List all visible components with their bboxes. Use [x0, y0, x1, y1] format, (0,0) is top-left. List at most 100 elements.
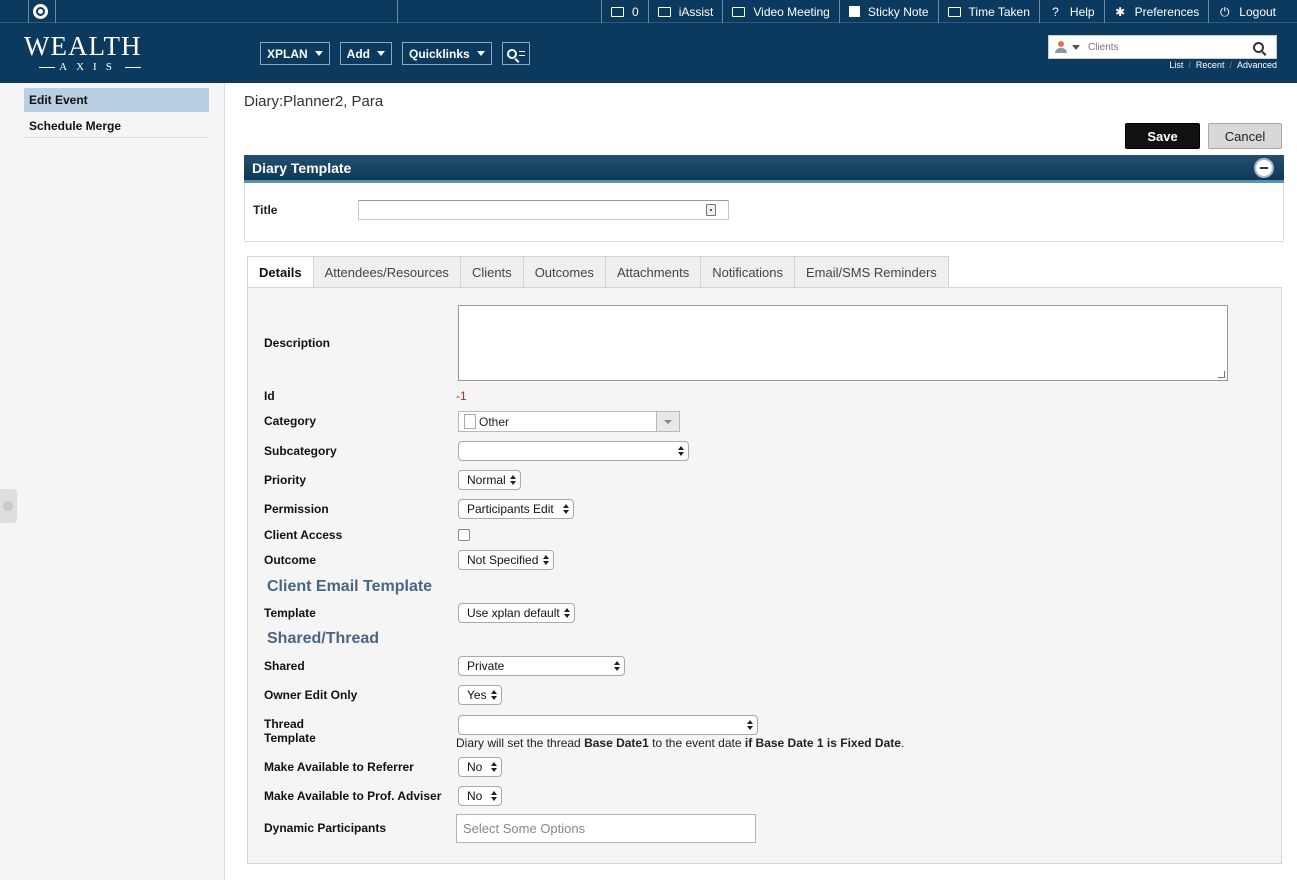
sticky-note-label: Sticky Note	[867, 4, 929, 19]
select-arrows-icon	[510, 475, 516, 486]
left-sidebar: Edit Event Schedule Merge	[0, 83, 225, 880]
select-arrows-icon	[564, 608, 570, 619]
globe-icon	[33, 4, 48, 19]
select-arrows-icon	[747, 720, 753, 731]
lock-icon[interactable]	[706, 204, 716, 216]
shared-select[interactable]: Private	[458, 656, 625, 676]
dynamic-participants-input[interactable]: Select Some Options	[456, 814, 756, 843]
caret-down-icon	[476, 51, 485, 56]
permission-select[interactable]: Participants Edit	[458, 499, 574, 519]
time-taken-label: Time Taken	[968, 4, 1030, 19]
client-access-label: Client Access	[264, 528, 343, 542]
search-link-recent[interactable]: Recent	[1196, 60, 1225, 70]
save-button[interactable]: Save	[1125, 123, 1200, 149]
select-arrows-icon	[543, 555, 549, 566]
tab-clients[interactable]: Clients	[460, 256, 524, 288]
shared-label: Shared	[264, 659, 305, 673]
cancel-button[interactable]: Cancel	[1208, 123, 1282, 149]
tab-attendees-resources[interactable]: Attendees/Resources	[313, 256, 461, 288]
referrer-label: Make Available to Referrer	[264, 760, 414, 774]
description-textarea[interactable]	[458, 305, 1228, 381]
collapse-icon[interactable]	[1254, 158, 1274, 178]
select-arrows-icon	[491, 762, 497, 773]
topbar-iassist[interactable]: iAssist	[647, 0, 723, 23]
sticky-note-icon	[848, 6, 860, 17]
permission-value: Participants Edit	[467, 502, 554, 516]
subcategory-label: Subcategory	[264, 444, 337, 458]
xplan-label: XPLAN	[267, 46, 308, 61]
power-icon: ⏻	[1220, 4, 1230, 19]
category-select[interactable]: Other	[458, 411, 680, 432]
owner-edit-only-select[interactable]: Yes	[458, 685, 502, 705]
thread-note-bold2: if Base Date 1 is Fixed Date	[744, 736, 901, 750]
search-menu-button[interactable]	[501, 42, 530, 65]
preferences-label: Preferences	[1134, 4, 1200, 19]
topbar-logout[interactable]: ⏻ Logout	[1208, 0, 1297, 23]
tab-details[interactable]: Details	[247, 256, 314, 288]
prof-adviser-select[interactable]: No	[458, 786, 502, 806]
referrer-select[interactable]: No	[458, 757, 502, 777]
globe-button[interactable]	[29, 0, 56, 23]
thread-note: Diary will set the thread Base Date1 to …	[456, 736, 904, 750]
tab-attachments[interactable]: Attachments	[605, 256, 702, 288]
topbar-time-taken[interactable]: Time Taken	[937, 0, 1039, 23]
client-search-input[interactable]	[1088, 41, 1253, 53]
topbar-help[interactable]: ? Help	[1038, 0, 1104, 23]
sidebar-item-schedule-merge[interactable]: Schedule Merge	[24, 114, 209, 138]
clock-icon	[947, 6, 961, 17]
quicklinks-menu-button[interactable]: Quicklinks	[402, 42, 492, 65]
id-value: -1	[456, 389, 467, 403]
template-label: Template	[264, 606, 316, 620]
iassist-label: iAssist	[678, 4, 714, 19]
client-access-checkbox[interactable]	[458, 529, 470, 541]
thread-template-select[interactable]	[458, 715, 758, 735]
topbar-messages[interactable]: 0	[601, 0, 648, 23]
search-link-list[interactable]: List	[1169, 60, 1183, 70]
select-arrows-icon	[678, 446, 684, 457]
select-arrows-icon	[491, 791, 497, 802]
priority-select[interactable]: Normal	[458, 470, 521, 490]
referrer-value: No	[467, 760, 483, 774]
dynamic-participants-label: Dynamic Participants	[264, 821, 387, 835]
category-color-swatch	[464, 414, 476, 429]
diary-template-panel-header: Diary Template	[244, 155, 1284, 183]
tab-outcomes[interactable]: Outcomes	[523, 256, 606, 288]
topbar-video-meeting[interactable]: Video Meeting	[722, 0, 839, 23]
top-utility-bar: 0 iAssist Video Meeting Sticky Note Time…	[0, 0, 1297, 23]
xplan-menu-button[interactable]: XPLAN	[260, 42, 330, 65]
title-input[interactable]	[358, 200, 729, 220]
caret-down-icon	[377, 51, 385, 56]
logo-line-1: WEALTH	[24, 31, 142, 61]
main-nav: XPLAN Add Quicklinks	[260, 42, 530, 65]
list-lines-icon	[518, 51, 525, 56]
sidebar-item-edit-event[interactable]: Edit Event	[24, 88, 209, 112]
priority-label: Priority	[264, 473, 307, 487]
email-template-select[interactable]: Use xplan default	[458, 603, 575, 623]
outcome-value: Not Specified	[467, 553, 539, 567]
select-arrows-icon	[614, 661, 620, 672]
email-template-value: Use xplan default	[467, 606, 560, 620]
subcategory-select[interactable]	[458, 441, 689, 461]
sidebar-collapse-handle[interactable]	[0, 489, 17, 523]
tab-email-sms-reminders[interactable]: Email/SMS Reminders	[795, 256, 949, 288]
messages-count: 0	[632, 4, 639, 19]
prof-adviser-value: No	[467, 789, 483, 803]
search-icon[interactable]	[1253, 41, 1264, 53]
search-type-dropdown[interactable]	[1072, 44, 1080, 50]
tab-notifications[interactable]: Notifications	[701, 256, 796, 288]
chevron-down-icon[interactable]	[656, 412, 679, 431]
panel-title: Diary Template	[252, 160, 352, 176]
gear-icon: ✱	[1115, 4, 1126, 19]
add-menu-button[interactable]: Add	[339, 42, 392, 65]
topbar-preferences[interactable]: ✱ Preferences	[1103, 0, 1209, 23]
select-arrows-icon	[563, 504, 569, 515]
topbar-sticky-note[interactable]: Sticky Note	[838, 0, 938, 23]
id-label: Id	[264, 389, 275, 403]
app-header: WEALTH AXIS XPLAN Add Quicklinks List / …	[0, 23, 1297, 83]
iassist-icon	[657, 6, 671, 17]
add-label: Add	[346, 46, 370, 61]
shared-thread-heading: Shared/Thread	[267, 630, 380, 647]
wealth-axis-logo[interactable]: WEALTH AXIS	[24, 32, 156, 73]
search-link-advanced[interactable]: Advanced	[1237, 60, 1277, 70]
outcome-select[interactable]: Not Specified	[458, 550, 554, 570]
